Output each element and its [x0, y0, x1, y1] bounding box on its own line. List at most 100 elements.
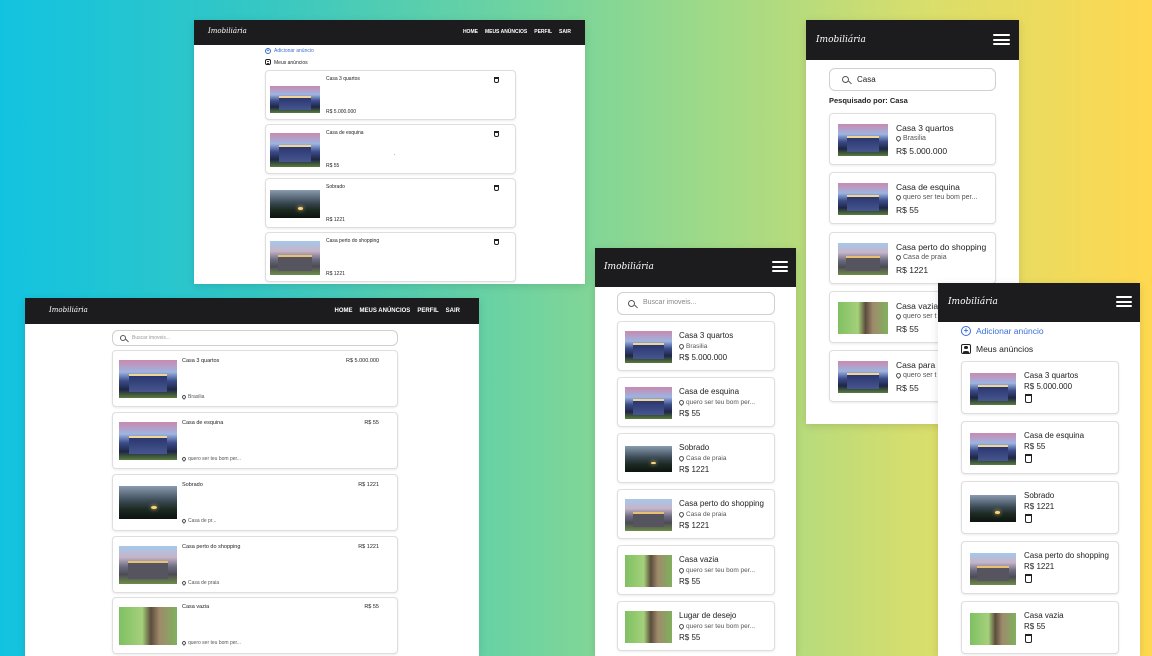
listing-title: Casa vazia	[679, 555, 719, 564]
listing-location-text: Casa de praia	[188, 580, 220, 586]
brand-logo[interactable]: Imobiliária	[604, 262, 654, 272]
location-pin-icon	[181, 517, 187, 524]
listing-card[interactable]: Sobrado R$ 1221	[961, 481, 1119, 534]
listing-photo[interactable]	[625, 555, 672, 587]
brand-logo[interactable]: Imobiliária	[948, 297, 998, 307]
listing-price: R$ 1221	[679, 465, 710, 474]
nav-logout[interactable]: SAIR	[446, 308, 460, 314]
mobile-my-listings-screen: Imobiliária + Adicionar anúncio Meus anú…	[938, 283, 1140, 656]
trash-icon[interactable]	[1025, 634, 1032, 643]
listing-photo[interactable]	[838, 124, 888, 156]
listing-card[interactable]: Sobrado Casa de praia R$ 1221	[617, 433, 775, 483]
listing-photo[interactable]	[119, 360, 177, 398]
listing-card[interactable]: Casa 3 quartos Brasilia R$ 5.000.000	[617, 321, 775, 371]
desktop-home-screen: Imobiliária HOME MEUS ANÚNCIOS PERFIL SA…	[25, 298, 479, 656]
listing-photo[interactable]	[270, 86, 320, 113]
listing-photo[interactable]	[625, 446, 672, 472]
listing-card[interactable]: Casa de esquina R$ 55	[961, 421, 1119, 474]
search-bar[interactable]: Buscar imoveis...	[112, 330, 398, 346]
trash-icon[interactable]	[1025, 394, 1032, 403]
location-pin-icon	[677, 510, 686, 518]
search-input[interactable]: Casa	[857, 75, 876, 84]
brand-logo[interactable]: Imobiliária	[49, 306, 88, 314]
nav-profile[interactable]: PERFIL	[534, 29, 552, 35]
listing-card[interactable]: Sobrado R$ 1221 Casa de pr...	[112, 474, 398, 531]
nav-logout[interactable]: SAIR	[559, 29, 571, 35]
listing-card[interactable]: Casa perto do shopping Casa de praia R$ …	[829, 232, 996, 284]
listing-card[interactable]: Casa 3 quartos R$ 5.000.000	[961, 361, 1119, 414]
listing-card[interactable]: Sobrado R$ 1221	[265, 178, 516, 228]
menu-icon[interactable]	[772, 261, 788, 272]
location-pin-icon	[181, 639, 187, 646]
add-listing-link[interactable]: Adicionar anúncio	[274, 48, 314, 54]
location-pin-icon	[677, 342, 686, 350]
location-pin-icon	[894, 312, 903, 320]
trash-icon[interactable]	[494, 77, 499, 83]
trash-icon[interactable]	[494, 239, 499, 245]
listing-location-text: quero ser teu bom per...	[188, 640, 242, 646]
search-input[interactable]: Buscar imoveis...	[643, 299, 696, 306]
brand-logo[interactable]: Imobiliária	[208, 27, 247, 35]
listing-title: Sobrado	[679, 443, 710, 452]
listing-card[interactable]: Casa de esquina quero ser teu bom per...…	[617, 377, 775, 427]
listing-card[interactable]: Casa perto do shopping R$ 1221 Casa de p…	[112, 536, 398, 593]
nav-my-listings[interactable]: MEUS ANÚNCIOS	[360, 308, 411, 314]
listing-card[interactable]: Casa vazia R$ 55	[961, 601, 1119, 654]
listing-card[interactable]: Casa 3 quartos Brasilia R$ 5.000.000	[829, 113, 996, 165]
search-bar[interactable]: Casa	[829, 68, 996, 91]
listing-card[interactable]: Casa de esquina . R$ 55	[265, 124, 516, 174]
listing-card[interactable]: Casa perto do shopping R$ 1221	[265, 232, 516, 282]
nav-my-listings[interactable]: MEUS ANÚNCIOS	[485, 29, 527, 35]
listing-photo[interactable]	[838, 361, 888, 393]
trash-icon[interactable]	[1025, 574, 1032, 583]
trash-icon[interactable]	[494, 185, 499, 191]
menu-icon[interactable]	[1116, 296, 1132, 307]
search-bar[interactable]: Buscar imoveis...	[617, 292, 775, 315]
listing-photo[interactable]	[270, 190, 320, 218]
listing-photo[interactable]	[119, 546, 177, 584]
trash-icon[interactable]	[1025, 454, 1032, 463]
nav-home[interactable]: HOME	[335, 308, 353, 314]
trash-icon[interactable]	[1025, 514, 1032, 523]
nav-profile[interactable]: PERFIL	[417, 308, 438, 314]
add-listing-link[interactable]: Adicionar anúncio	[976, 326, 1044, 336]
listing-photo[interactable]	[970, 613, 1016, 645]
menu-icon[interactable]	[993, 34, 1010, 45]
brand-logo[interactable]: Imobiliária	[816, 35, 866, 45]
plus-circle-icon[interactable]: +	[961, 326, 971, 336]
listing-price: R$ 5.000.000	[1024, 382, 1073, 391]
listing-card[interactable]: Casa perto do shopping R$ 1221	[961, 541, 1119, 594]
listing-photo[interactable]	[119, 422, 177, 460]
listing-photo[interactable]	[625, 331, 672, 363]
listing-photo[interactable]	[119, 486, 177, 519]
listing-photo[interactable]	[970, 553, 1016, 585]
plus-circle-icon[interactable]: +	[265, 48, 271, 54]
listing-title: Casa 3 quartos	[896, 123, 954, 133]
listing-card[interactable]: Casa perto do shopping Casa de praia R$ …	[617, 489, 775, 539]
listing-location: Brasilia	[181, 393, 204, 400]
listing-photo[interactable]	[970, 495, 1016, 522]
listing-photo[interactable]	[970, 433, 1016, 465]
listing-photo[interactable]	[838, 183, 888, 215]
listing-card[interactable]: Casa de esquina R$ 55 quero ser teu bom …	[112, 412, 398, 469]
trash-icon[interactable]	[494, 131, 499, 137]
search-input[interactable]: Buscar imoveis...	[132, 335, 170, 341]
listing-title: Sobrado	[326, 184, 345, 190]
nav-home[interactable]: HOME	[463, 29, 478, 35]
listing-photo[interactable]	[119, 607, 177, 645]
listing-card[interactable]: Casa vazia quero ser teu bom per... R$ 5…	[617, 545, 775, 595]
listing-photo[interactable]	[270, 133, 320, 167]
listing-card[interactable]: Casa de esquina quero ser teu bom per...…	[829, 172, 996, 224]
listing-photo[interactable]	[625, 387, 672, 419]
listing-photo[interactable]	[970, 373, 1016, 405]
listing-card[interactable]: Casa 3 quartos R$ 5.000.000 Brasilia	[112, 350, 398, 407]
listing-card[interactable]: Casa 3 quartos R$ 5.000.000	[265, 70, 516, 120]
listing-photo[interactable]	[838, 243, 888, 275]
listing-photo[interactable]	[625, 611, 672, 643]
listing-photo[interactable]	[625, 499, 672, 531]
listing-card[interactable]: Lugar de desejo quero ser teu bom per...…	[617, 601, 775, 651]
listing-card[interactable]: Casa vazia R$ 55 quero ser teu bom per..…	[112, 597, 398, 654]
listing-photo[interactable]	[838, 302, 888, 334]
listing-photo[interactable]	[270, 241, 320, 275]
listing-price: R$ 5.000.000	[679, 353, 728, 362]
